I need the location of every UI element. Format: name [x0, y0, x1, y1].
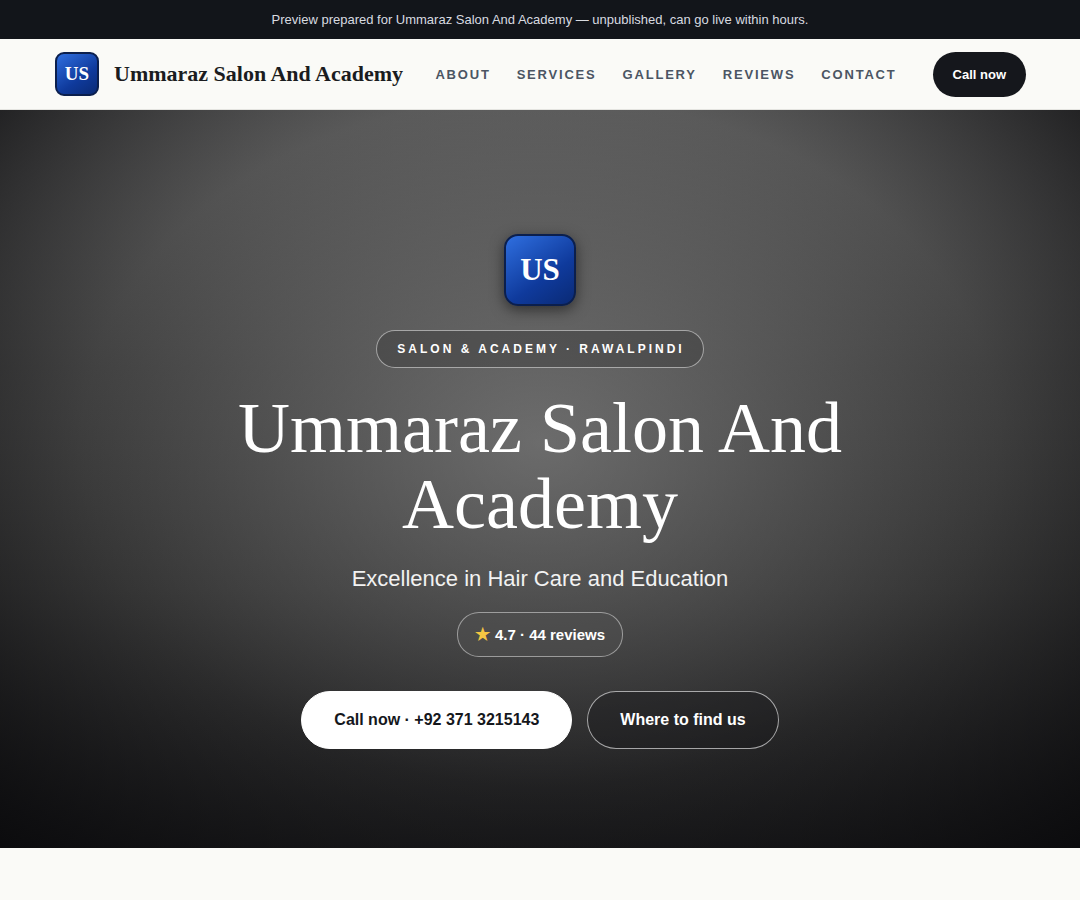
nav-link[interactable]: CONTACT	[821, 67, 896, 82]
next-section	[0, 848, 1080, 900]
hero-logo-icon: US	[504, 234, 576, 306]
hero-subtitle: Excellence in Hair Care and Education	[352, 566, 729, 592]
nav-link[interactable]: SERVICES	[517, 67, 597, 82]
hero-title: Ummaraz Salon And Academy	[180, 390, 900, 542]
hero-badge: SALON & ACADEMY · RAWALPINDI	[376, 330, 703, 368]
hero-button[interactable]: Call now · +92 371 3215143	[301, 691, 572, 749]
brand[interactable]: US Ummaraz Salon And Academy	[55, 52, 403, 96]
nav-link[interactable]: ABOUT	[435, 67, 490, 82]
rating-text: 4.7 · 44 reviews	[495, 626, 605, 643]
hero-buttons: Call now · +92 371 3215143 Where to find …	[301, 691, 778, 749]
nav-link[interactable]: REVIEWS	[723, 67, 796, 82]
nav-links: ABOUT SERVICES GALLERY REVIEWS CONTACT	[435, 67, 896, 82]
brand-name: Ummaraz Salon And Academy	[114, 61, 403, 87]
logo-icon: US	[55, 52, 99, 96]
hero: US SALON & ACADEMY · RAWALPINDI Ummaraz …	[0, 110, 1080, 848]
call-now-button[interactable]: Call now	[933, 52, 1026, 97]
rating-badge: ★ 4.7 · 44 reviews	[457, 612, 623, 657]
preview-banner: Preview prepared for Ummaraz Salon And A…	[0, 0, 1080, 39]
page: Preview prepared for Ummaraz Salon And A…	[0, 0, 1080, 900]
navbar: US Ummaraz Salon And Academy ABOUT SERVIC…	[0, 39, 1080, 110]
hero-content: US SALON & ACADEMY · RAWALPINDI Ummaraz …	[0, 110, 1080, 848]
nav-link[interactable]: GALLERY	[623, 67, 697, 82]
star-icon: ★	[475, 624, 490, 645]
hero-button[interactable]: Where to find us	[587, 691, 778, 749]
